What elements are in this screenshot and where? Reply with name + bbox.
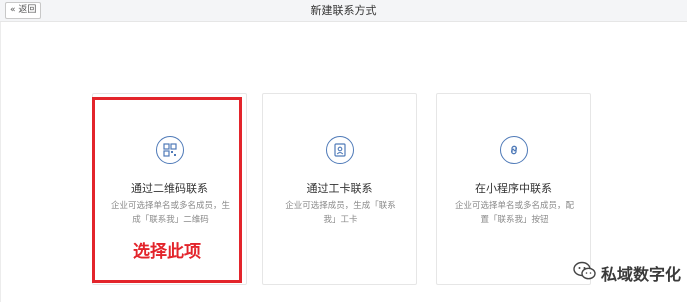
- badge-card-icon: [325, 136, 354, 164]
- page-title: 新建联系方式: [310, 4, 377, 17]
- card-description: 企业可选择成员，生成「联系我」工卡: [285, 201, 396, 225]
- card-title: 在小程序中联系: [475, 182, 552, 195]
- watermark: 私域数字化: [573, 261, 681, 285]
- card-description: 企业可选择单名或多名成员，配置「联系我」按钮: [454, 201, 574, 225]
- qrcode-icon: [155, 136, 184, 164]
- top-bar: « 返回 新建联系方式: [0, 0, 687, 22]
- card-mini-program[interactable]: 在小程序中联系 企业可选择单名或多名成员，配置「联系我」按钮: [436, 93, 591, 285]
- wechat-logo-icon: [573, 261, 597, 285]
- card-badge[interactable]: 通过工卡联系 企业可选择成员，生成「联系我」工卡: [262, 93, 417, 285]
- mini-program-icon: [499, 136, 528, 164]
- annotation-callout: 选择此项: [133, 242, 201, 262]
- card-description: 企业可选择单名或多名成员，生成「联系我」二维码: [110, 201, 230, 225]
- watermark-text: 私域数字化: [600, 265, 681, 284]
- card-title: 通过二维码联系: [131, 182, 208, 195]
- card-title: 通过工卡联系: [306, 182, 373, 195]
